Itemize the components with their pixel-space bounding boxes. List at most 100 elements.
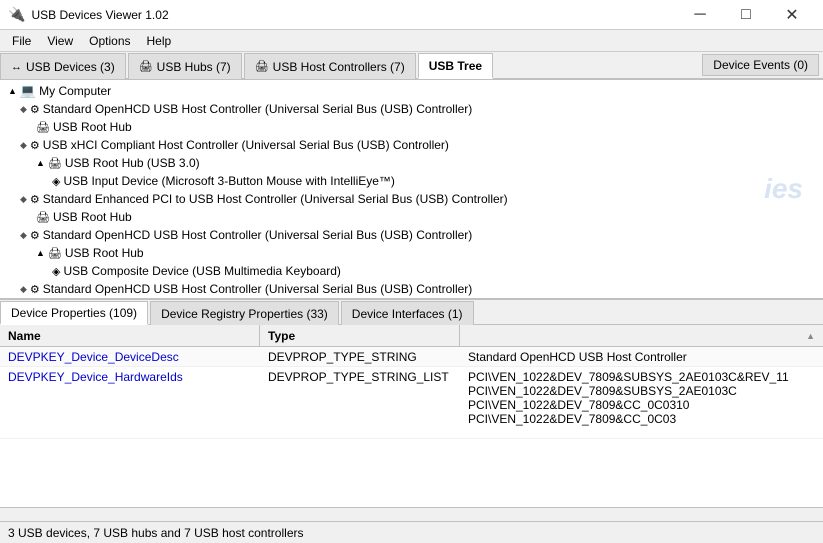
- bottom-section: Device Properties (109) Device Registry …: [0, 300, 823, 521]
- minimize-button[interactable]: ─: [677, 0, 723, 30]
- prop-name-2[interactable]: DEVPKEY_Device_HardwareIds: [0, 367, 260, 386]
- tab-usb-hubs-label: USB Hubs (7): [157, 60, 231, 74]
- col-value[interactable]: ▲: [460, 325, 823, 346]
- main-area: ies ▲ 💻 My Computer ◆ ⚙ Standard OpenHCD…: [0, 80, 823, 521]
- tab-usb-devices[interactable]: ↔ USB Devices (3): [0, 53, 126, 79]
- menu-bar: File View Options Help: [0, 30, 823, 52]
- col-name-label: Name: [8, 329, 41, 343]
- hub-icon: 🖨: [36, 211, 50, 224]
- node-label: Standard OpenHCD USB Host Controller (Un…: [43, 102, 472, 116]
- menu-file[interactable]: File: [4, 32, 39, 50]
- menu-options[interactable]: Options: [81, 32, 138, 50]
- window-title: USB Devices Viewer 1.02: [31, 8, 677, 22]
- expand-icon: ◆: [20, 104, 27, 115]
- gear-icon: ⚙: [30, 229, 40, 242]
- gear-icon: ⚙: [30, 103, 40, 116]
- expand-icon: ▲: [36, 158, 45, 168]
- tree-node-5-1[interactable]: 🖨 USB Root Hub: [0, 298, 823, 300]
- usb-host-controllers-icon: 🖨: [255, 60, 269, 73]
- device-icon: ◈: [52, 175, 60, 188]
- tree-node-3[interactable]: ◆ ⚙ Standard Enhanced PCI to USB Host Co…: [0, 190, 823, 208]
- gear-icon: ⚙: [30, 193, 40, 206]
- sort-icon: ▲: [806, 331, 815, 341]
- tree-node-my-computer[interactable]: ▲ 💻 My Computer: [0, 82, 823, 100]
- tree-node-1-1[interactable]: 🖨 USB Root Hub: [0, 118, 823, 136]
- properties-panel[interactable]: Name Type ▲ DEVPKEY_Device_DeviceDesc DE…: [0, 325, 823, 507]
- tab-device-registry[interactable]: Device Registry Properties (33): [150, 301, 339, 325]
- tab-usb-host-controllers[interactable]: 🖨 USB Host Controllers (7): [244, 53, 416, 79]
- device-icon: ◈: [52, 265, 60, 278]
- prop-type-1: DEVPROP_TYPE_STRING: [260, 347, 460, 366]
- tab-usb-tree[interactable]: USB Tree: [418, 53, 493, 79]
- tree-panel[interactable]: ies ▲ 💻 My Computer ◆ ⚙ Standard OpenHCD…: [0, 80, 823, 300]
- prop-value-line-1: PCI\VEN_1022&DEV_7809&SUBSYS_2AE0103C&RE…: [468, 370, 789, 384]
- tab-usb-devices-label: USB Devices (3): [26, 60, 115, 74]
- node-label: USB Root Hub (USB 3.0): [65, 156, 200, 170]
- tree-node-5[interactable]: ◆ ⚙ Standard OpenHCD USB Host Controller…: [0, 280, 823, 298]
- node-label: Standard OpenHCD USB Host Controller (Un…: [43, 228, 472, 242]
- hub-icon: 🖨: [48, 157, 62, 170]
- computer-icon: 💻: [20, 83, 36, 99]
- prop-name-text-2: DEVPKEY_Device_HardwareIds: [8, 370, 183, 384]
- prop-type-text-1: DEVPROP_TYPE_STRING: [268, 350, 417, 364]
- tree-node-3-1[interactable]: 🖨 USB Root Hub: [0, 208, 823, 226]
- prop-type-text-2: DEVPROP_TYPE_STRING_LIST: [268, 370, 449, 384]
- expand-icon: ▲: [36, 248, 45, 258]
- tab-device-registry-label: Device Registry Properties (33): [161, 307, 328, 321]
- prop-value-line-2: PCI\VEN_1022&DEV_7809&SUBSYS_2AE0103C: [468, 384, 737, 398]
- tab-device-properties-label: Device Properties (109): [11, 306, 137, 320]
- prop-table-header: Name Type ▲: [0, 325, 823, 347]
- prop-value-2: PCI\VEN_1022&DEV_7809&SUBSYS_2AE0103C&RE…: [460, 367, 823, 428]
- hscrollbar[interactable]: [0, 507, 823, 521]
- tree-node-1[interactable]: ◆ ⚙ Standard OpenHCD USB Host Controller…: [0, 100, 823, 118]
- tree-node-2-1-1[interactable]: ◈ USB Input Device (Microsoft 3-Button M…: [0, 172, 823, 190]
- node-label: USB xHCI Compliant Host Controller (Univ…: [43, 138, 449, 152]
- menu-help[interactable]: Help: [139, 32, 180, 50]
- tree-node-2-1[interactable]: ▲ 🖨 USB Root Hub (USB 3.0): [0, 154, 823, 172]
- maximize-button[interactable]: □: [723, 0, 769, 30]
- node-label: USB Composite Device (USB Multimedia Key…: [63, 264, 340, 278]
- expand-icon: ◆: [20, 194, 27, 205]
- tab-usb-hubs[interactable]: 🖨 USB Hubs (7): [128, 53, 242, 79]
- tree-node-4-1-1[interactable]: ◈ USB Composite Device (USB Multimedia K…: [0, 262, 823, 280]
- node-label: Standard Enhanced PCI to USB Host Contro…: [43, 192, 508, 206]
- expand-icon: ◆: [20, 284, 27, 295]
- app-icon: 🔌: [8, 6, 25, 23]
- prop-value-line-4: PCI\VEN_1022&DEV_7809&CC_0C03: [468, 412, 676, 426]
- tree-node-4[interactable]: ◆ ⚙ Standard OpenHCD USB Host Controller…: [0, 226, 823, 244]
- prop-name-1[interactable]: DEVPKEY_Device_DeviceDesc: [0, 347, 260, 366]
- prop-row-2[interactable]: DEVPKEY_Device_HardwareIds DEVPROP_TYPE_…: [0, 367, 823, 439]
- col-type-label: Type: [268, 329, 295, 343]
- device-events-button[interactable]: Device Events (0): [702, 54, 819, 76]
- expand-icon: ◆: [20, 140, 27, 151]
- title-bar: 🔌 USB Devices Viewer 1.02 ─ □ ✕: [0, 0, 823, 30]
- expand-icon: ▲: [8, 86, 17, 96]
- expand-icon: ◆: [20, 230, 27, 241]
- window-controls: ─ □ ✕: [677, 0, 815, 30]
- prop-value-1: Standard OpenHCD USB Host Controller: [460, 347, 823, 366]
- gear-icon: ⚙: [30, 139, 40, 152]
- status-text: 3 USB devices, 7 USB hubs and 7 USB host…: [8, 526, 303, 540]
- tree-node-4-1[interactable]: ▲ 🖨 USB Root Hub: [0, 244, 823, 262]
- prop-type-2: DEVPROP_TYPE_STRING_LIST: [260, 367, 460, 386]
- tab-device-properties[interactable]: Device Properties (109): [0, 301, 148, 325]
- tree-node-2[interactable]: ◆ ⚙ USB xHCI Compliant Host Controller (…: [0, 136, 823, 154]
- tab-device-interfaces[interactable]: Device Interfaces (1): [341, 301, 474, 325]
- bottom-tab-bar: Device Properties (109) Device Registry …: [0, 300, 823, 325]
- prop-value-text-1: Standard OpenHCD USB Host Controller: [468, 350, 687, 364]
- tab-usb-host-controllers-label: USB Host Controllers (7): [273, 60, 405, 74]
- menu-view[interactable]: View: [39, 32, 81, 50]
- usb-hubs-icon: 🖨: [139, 60, 153, 73]
- node-label: USB Root Hub: [53, 210, 132, 224]
- node-label: Standard OpenHCD USB Host Controller (Un…: [43, 282, 472, 296]
- node-label: USB Root Hub: [65, 246, 144, 260]
- close-button[interactable]: ✕: [769, 0, 815, 30]
- col-type[interactable]: Type: [260, 325, 460, 346]
- col-name[interactable]: Name: [0, 325, 260, 346]
- status-bar: 3 USB devices, 7 USB hubs and 7 USB host…: [0, 521, 823, 543]
- tab-bar: ↔ USB Devices (3) 🖨 USB Hubs (7) 🖨 USB H…: [0, 52, 823, 80]
- prop-row-1[interactable]: DEVPKEY_Device_DeviceDesc DEVPROP_TYPE_S…: [0, 347, 823, 367]
- node-label: My Computer: [39, 84, 111, 98]
- prop-value-line-3: PCI\VEN_1022&DEV_7809&CC_0C0310: [468, 398, 689, 412]
- hub-icon: 🖨: [36, 121, 50, 134]
